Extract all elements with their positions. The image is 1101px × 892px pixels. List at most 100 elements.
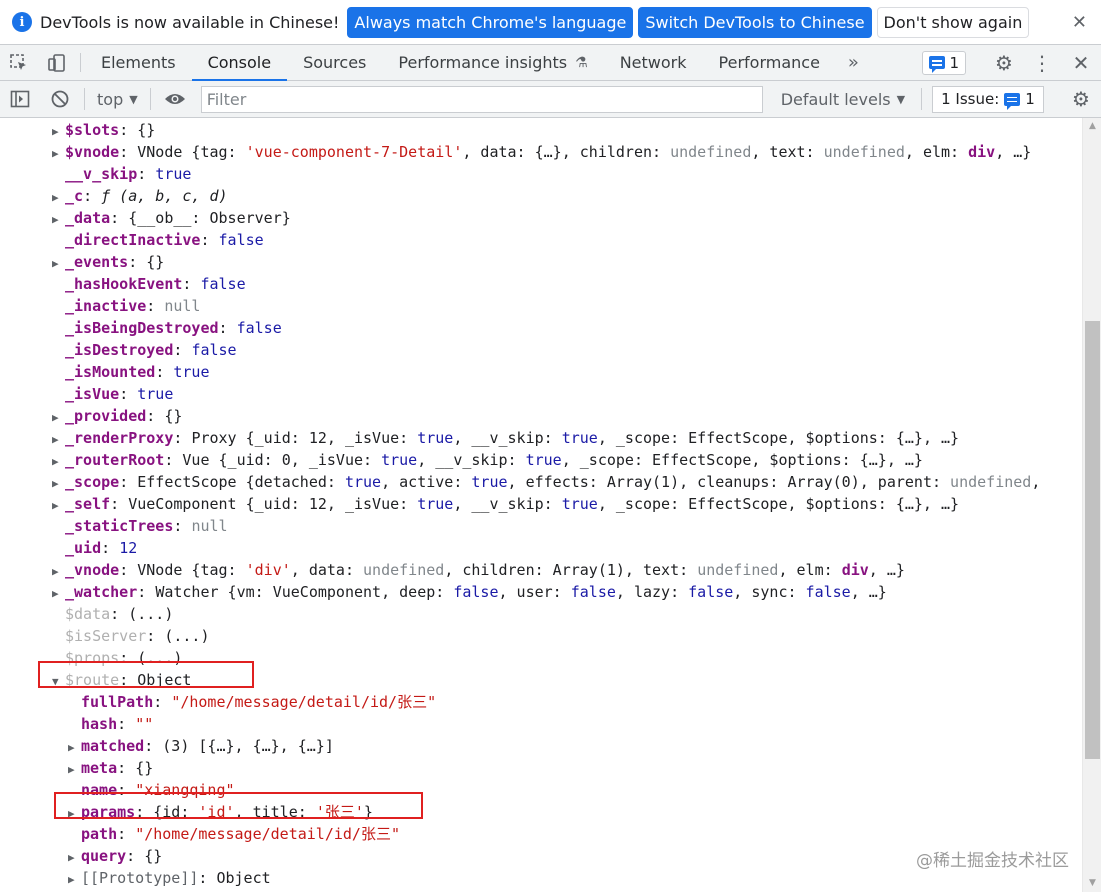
property-value-part: , …} bbox=[850, 583, 887, 601]
console-tree-row: _hasHookEvent: false bbox=[52, 273, 246, 295]
tab-network[interactable]: Network bbox=[604, 45, 703, 80]
console-tree-row[interactable]: ▶ _renderProxy: Proxy {_uid: 12, _isVue: … bbox=[52, 427, 959, 449]
expand-triangle-icon[interactable]: ▶ bbox=[52, 121, 65, 143]
tab-elements[interactable]: Elements bbox=[85, 45, 192, 80]
console-tree-row[interactable]: ▶ query: {} bbox=[68, 845, 162, 867]
console-tree-row[interactable]: ▶ [[Prototype]]: Object bbox=[68, 867, 271, 889]
console-tree-row[interactable]: ▶ _provided: {} bbox=[52, 405, 182, 427]
expand-triangle-icon[interactable]: ▶ bbox=[52, 473, 65, 495]
property-value-part: false bbox=[200, 275, 246, 293]
device-toolbar-icon[interactable] bbox=[38, 45, 76, 80]
console-tree-row[interactable]: ▶ _events: {} bbox=[52, 251, 164, 273]
expand-triangle-icon[interactable]: ▶ bbox=[52, 495, 65, 517]
expand-triangle-icon[interactable]: ▶ bbox=[52, 187, 65, 209]
property-value-part: div bbox=[968, 143, 996, 161]
expand-triangle-icon[interactable]: ▶ bbox=[52, 253, 65, 275]
property-value-part: , data: bbox=[290, 561, 364, 579]
console-tree-row[interactable]: ▶ _c: ƒ (a, b, c, d) bbox=[52, 185, 228, 207]
key-separator: : bbox=[110, 495, 129, 513]
property-key: _scope bbox=[65, 473, 120, 491]
expand-triangle-icon[interactable]: ▶ bbox=[52, 583, 65, 605]
tabbar-right-group: 1 ⚙ ⋮ ✕ bbox=[922, 45, 1101, 80]
property-value-part: 12 bbox=[119, 539, 138, 557]
key-separator: : bbox=[153, 693, 172, 711]
expand-triangle-icon[interactable]: ▶ bbox=[68, 759, 81, 781]
console-tree-row[interactable]: ▶ _routerRoot: Vue {_uid: 0, _isVue: true… bbox=[52, 449, 923, 471]
live-expression-eye-icon[interactable] bbox=[155, 91, 195, 107]
tab-performance-insights[interactable]: Performance insights ⚗ bbox=[382, 45, 603, 80]
console-tree-row[interactable]: ▶ _watcher: Watcher {vm: VueComponent, de… bbox=[52, 581, 887, 603]
key-separator: : bbox=[146, 407, 165, 425]
expand-triangle-icon[interactable]: ▶ bbox=[68, 847, 81, 869]
always-match-language-button[interactable]: Always match Chrome's language bbox=[347, 6, 634, 38]
property-value-part: (...) bbox=[128, 605, 174, 623]
key-separator: : bbox=[173, 517, 192, 535]
property-key: path bbox=[81, 825, 118, 843]
issues-count: 1 bbox=[1025, 90, 1035, 108]
context-value: top bbox=[97, 89, 124, 109]
scroll-down-arrow-icon[interactable]: ▼ bbox=[1083, 875, 1101, 892]
show-sidebar-icon[interactable] bbox=[0, 90, 40, 108]
console-tree-row[interactable]: ▶ $vnode: VNode {tag: 'vue-component-7-De… bbox=[52, 141, 1031, 163]
property-value-part: VNode {tag: bbox=[137, 561, 246, 579]
property-key: _provided bbox=[65, 407, 147, 425]
expand-triangle-icon[interactable]: ▶ bbox=[52, 451, 65, 473]
expand-triangle-icon[interactable]: ▶ bbox=[52, 209, 65, 231]
property-value-part: , user: bbox=[498, 583, 571, 601]
key-separator: : bbox=[83, 187, 102, 205]
more-tabs-chevron-icon[interactable]: » bbox=[836, 45, 871, 80]
tab-performance[interactable]: Performance bbox=[703, 45, 836, 80]
scroll-up-arrow-icon[interactable]: ▲ bbox=[1083, 118, 1101, 135]
close-devtools-icon[interactable]: ✕ bbox=[1061, 51, 1101, 75]
property-value-part: , __v_skip: bbox=[417, 451, 526, 469]
inspect-element-icon[interactable] bbox=[0, 45, 38, 80]
clear-console-icon[interactable] bbox=[40, 89, 80, 109]
dropdown-caret-icon: ▼ bbox=[129, 92, 138, 106]
property-value-part: , _scope: EffectScope, $options: {…}, …} bbox=[597, 429, 960, 447]
property-value-part: true bbox=[173, 363, 210, 381]
key-separator: : bbox=[173, 429, 192, 447]
property-key: [[Prototype]] bbox=[81, 869, 199, 887]
context-selector[interactable]: top ▼ bbox=[89, 90, 146, 109]
console-tree-row[interactable]: ▶ _scope: EffectScope {detached: true, ac… bbox=[52, 471, 1040, 493]
expand-triangle-icon[interactable]: ▶ bbox=[68, 869, 81, 891]
property-value-part: undefined bbox=[950, 473, 1032, 491]
expand-triangle-icon[interactable]: ▶ bbox=[52, 143, 65, 165]
property-value-part: {} bbox=[137, 121, 156, 139]
key-separator: : bbox=[146, 297, 165, 315]
console-tree-row[interactable]: ▶ _data: {__ob__: Observer} bbox=[52, 207, 291, 229]
tab-sources[interactable]: Sources bbox=[287, 45, 382, 80]
console-tree-row[interactable]: ▶ $slots: {} bbox=[52, 119, 155, 141]
customize-menu-kebab-icon[interactable]: ⋮ bbox=[1023, 51, 1061, 75]
console-settings-gear-icon[interactable]: ⚙ bbox=[1061, 87, 1101, 111]
infobar-close-icon[interactable]: ✕ bbox=[1072, 12, 1087, 33]
dont-show-again-button[interactable]: Don't show again bbox=[876, 6, 1030, 38]
info-icon: i bbox=[12, 12, 32, 32]
console-messages-badge[interactable]: 1 bbox=[922, 50, 966, 75]
expand-triangle-icon[interactable]: ▶ bbox=[52, 429, 65, 451]
expand-triangle-icon[interactable]: ▶ bbox=[52, 407, 65, 429]
console-tree-row[interactable]: ▶ meta: {} bbox=[68, 757, 153, 779]
property-key: _isMounted bbox=[65, 363, 156, 381]
key-separator: : bbox=[128, 253, 147, 271]
console-tree-row[interactable]: ▶ _self: VueComponent {_uid: 12, _isVue: … bbox=[52, 493, 959, 515]
scrollbar-thumb[interactable] bbox=[1085, 321, 1100, 759]
console-tree-row[interactable]: ▶ _vnode: VNode {tag: 'div', data: undefi… bbox=[52, 559, 905, 581]
property-value-part: {} bbox=[146, 253, 165, 271]
console-tree-row[interactable]: ▶ matched: (3) [{…}, {…}, {…}] bbox=[68, 735, 334, 757]
expand-triangle-icon[interactable]: ▶ bbox=[52, 561, 65, 583]
key-separator: : bbox=[119, 561, 138, 579]
switch-to-chinese-button[interactable]: Switch DevTools to Chinese bbox=[638, 6, 872, 38]
messages-count: 1 bbox=[949, 53, 959, 72]
toolbar-divider bbox=[84, 88, 85, 110]
devtools-tabbar: Elements Console Sources Performance ins… bbox=[0, 45, 1101, 81]
console-filter-input[interactable]: Filter bbox=[200, 85, 763, 113]
property-value-part: false bbox=[805, 583, 851, 601]
console-scrollbar[interactable]: ▲ ▼ bbox=[1082, 118, 1101, 892]
log-levels-dropdown[interactable]: Default levels ▼ bbox=[769, 90, 917, 109]
issues-counter-button[interactable]: 1 Issue: 1 bbox=[932, 85, 1044, 113]
expand-triangle-icon[interactable]: ▶ bbox=[68, 737, 81, 759]
key-separator: : bbox=[119, 473, 138, 491]
settings-gear-icon[interactable]: ⚙ bbox=[985, 51, 1023, 75]
tab-console[interactable]: Console bbox=[191, 45, 288, 81]
